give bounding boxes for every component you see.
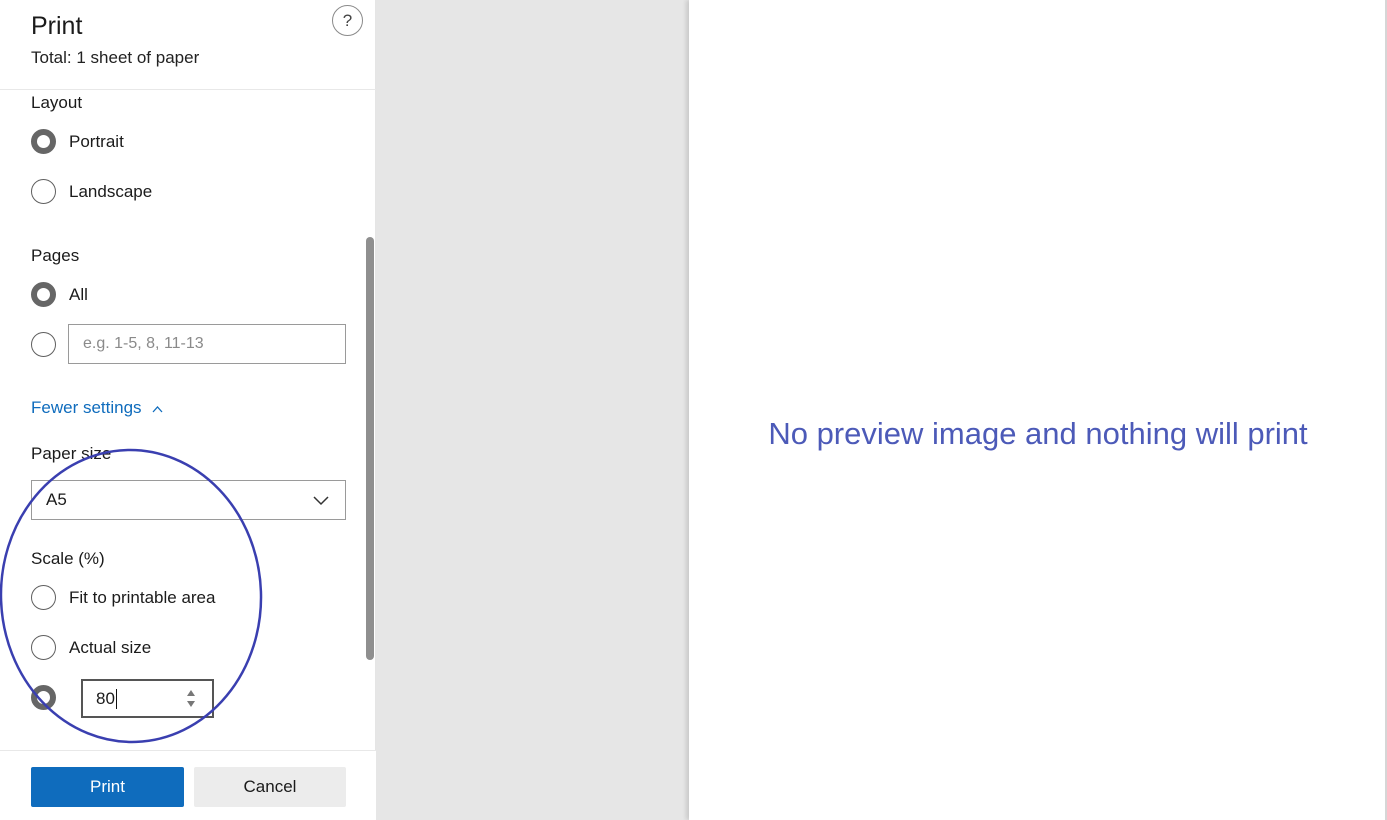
print-settings-panel: Print Total: 1 sheet of paper ? Layout P… bbox=[0, 0, 376, 820]
fewer-settings-link[interactable]: Fewer settings bbox=[31, 398, 163, 418]
layout-label: Layout bbox=[31, 93, 83, 112]
fewer-settings-label: Fewer settings bbox=[31, 398, 142, 417]
print-preview-page: No preview image and nothing will print bbox=[689, 0, 1387, 820]
pages-range-placeholder: e.g. 1-5, 8, 11-13 bbox=[83, 335, 204, 352]
actual-size-label[interactable]: Actual size bbox=[69, 638, 151, 658]
panel-scrollbar[interactable] bbox=[366, 237, 374, 660]
portrait-radio[interactable] bbox=[31, 129, 56, 154]
cancel-button[interactable]: Cancel bbox=[194, 767, 346, 807]
pages-label: Pages bbox=[31, 246, 80, 265]
sheet-count: Total: 1 sheet of paper bbox=[31, 48, 200, 67]
text-cursor bbox=[115, 688, 117, 709]
paper-size-select[interactable]: A5 bbox=[31, 480, 346, 520]
print-button[interactable]: Print bbox=[31, 767, 184, 807]
scale-percent-input[interactable]: 80 bbox=[81, 679, 214, 718]
custom-scale-radio[interactable] bbox=[31, 685, 56, 710]
landscape-radio[interactable] bbox=[31, 179, 56, 204]
dialog-header: Print Total: 1 sheet of paper ? bbox=[0, 0, 376, 90]
pages-range-radio[interactable] bbox=[31, 332, 56, 357]
portrait-label[interactable]: Portrait bbox=[69, 132, 124, 152]
preview-message: No preview image and nothing will print bbox=[768, 416, 1308, 451]
pages-range-input[interactable]: e.g. 1-5, 8, 11-13 bbox=[68, 324, 346, 364]
fit-printable-label[interactable]: Fit to printable area bbox=[69, 588, 215, 608]
chevron-down-icon bbox=[313, 496, 329, 506]
help-button[interactable]: ? bbox=[332, 5, 363, 36]
scale-percent-value: 80 bbox=[96, 688, 115, 708]
pages-all-radio[interactable] bbox=[31, 282, 56, 307]
scale-label: Scale (%) bbox=[31, 549, 105, 568]
paper-size-value: A5 bbox=[46, 490, 67, 509]
pages-all-label[interactable]: All bbox=[69, 285, 88, 305]
chevron-up-icon bbox=[152, 406, 163, 413]
help-icon: ? bbox=[342, 10, 353, 30]
spinner-arrows-icon[interactable] bbox=[186, 687, 196, 711]
landscape-label[interactable]: Landscape bbox=[69, 182, 152, 202]
paper-size-label: Paper size bbox=[31, 444, 112, 463]
fit-printable-radio[interactable] bbox=[31, 585, 56, 610]
dialog-title: Print bbox=[31, 12, 83, 40]
preview-backdrop bbox=[376, 0, 689, 820]
actual-size-radio[interactable] bbox=[31, 635, 56, 660]
